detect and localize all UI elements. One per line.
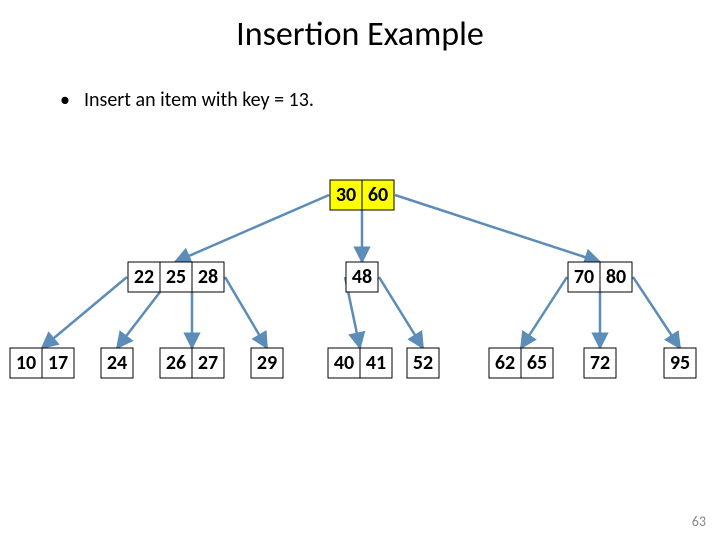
node-l2-0: 10 17 bbox=[10, 348, 74, 378]
key: 28 bbox=[198, 265, 218, 289]
node-l2-7: 72 bbox=[584, 348, 616, 378]
key: 25 bbox=[166, 265, 186, 289]
key: 22 bbox=[134, 265, 154, 289]
key: 70 bbox=[574, 265, 594, 289]
node-l1-0: 22 25 28 bbox=[128, 262, 224, 292]
node-l2-8: 95 bbox=[664, 348, 696, 378]
node-l2-2: 26 27 bbox=[160, 348, 224, 378]
key: 26 bbox=[166, 351, 186, 375]
key: 30 bbox=[336, 183, 356, 207]
node-l2-5: 52 bbox=[407, 348, 439, 378]
node-l1-1: 48 bbox=[346, 262, 378, 292]
tree-diagram: 30 60 22 25 28 48 70 80 10 17 bbox=[0, 0, 720, 540]
key: 62 bbox=[495, 351, 515, 375]
slide: Insertion Example Insert an item with ke… bbox=[0, 0, 720, 540]
key: 72 bbox=[590, 351, 610, 375]
node-l2-4: 40 41 bbox=[328, 348, 392, 378]
key: 29 bbox=[257, 351, 277, 375]
key: 48 bbox=[352, 265, 372, 289]
key: 27 bbox=[198, 351, 218, 375]
key: 17 bbox=[48, 351, 68, 375]
key: 95 bbox=[670, 351, 690, 375]
node-l2-3: 29 bbox=[251, 348, 283, 378]
key: 10 bbox=[16, 351, 36, 375]
key: 24 bbox=[107, 351, 127, 375]
key: 80 bbox=[606, 265, 626, 289]
node-l2-1: 24 bbox=[101, 348, 133, 378]
node-root: 30 60 bbox=[330, 180, 394, 210]
node-l1-2: 70 80 bbox=[568, 262, 632, 292]
node-l2-6: 62 65 bbox=[489, 348, 553, 378]
key: 41 bbox=[366, 351, 386, 375]
key: 52 bbox=[413, 351, 433, 375]
key: 65 bbox=[527, 351, 547, 375]
key: 40 bbox=[334, 351, 354, 375]
key: 60 bbox=[368, 183, 388, 207]
